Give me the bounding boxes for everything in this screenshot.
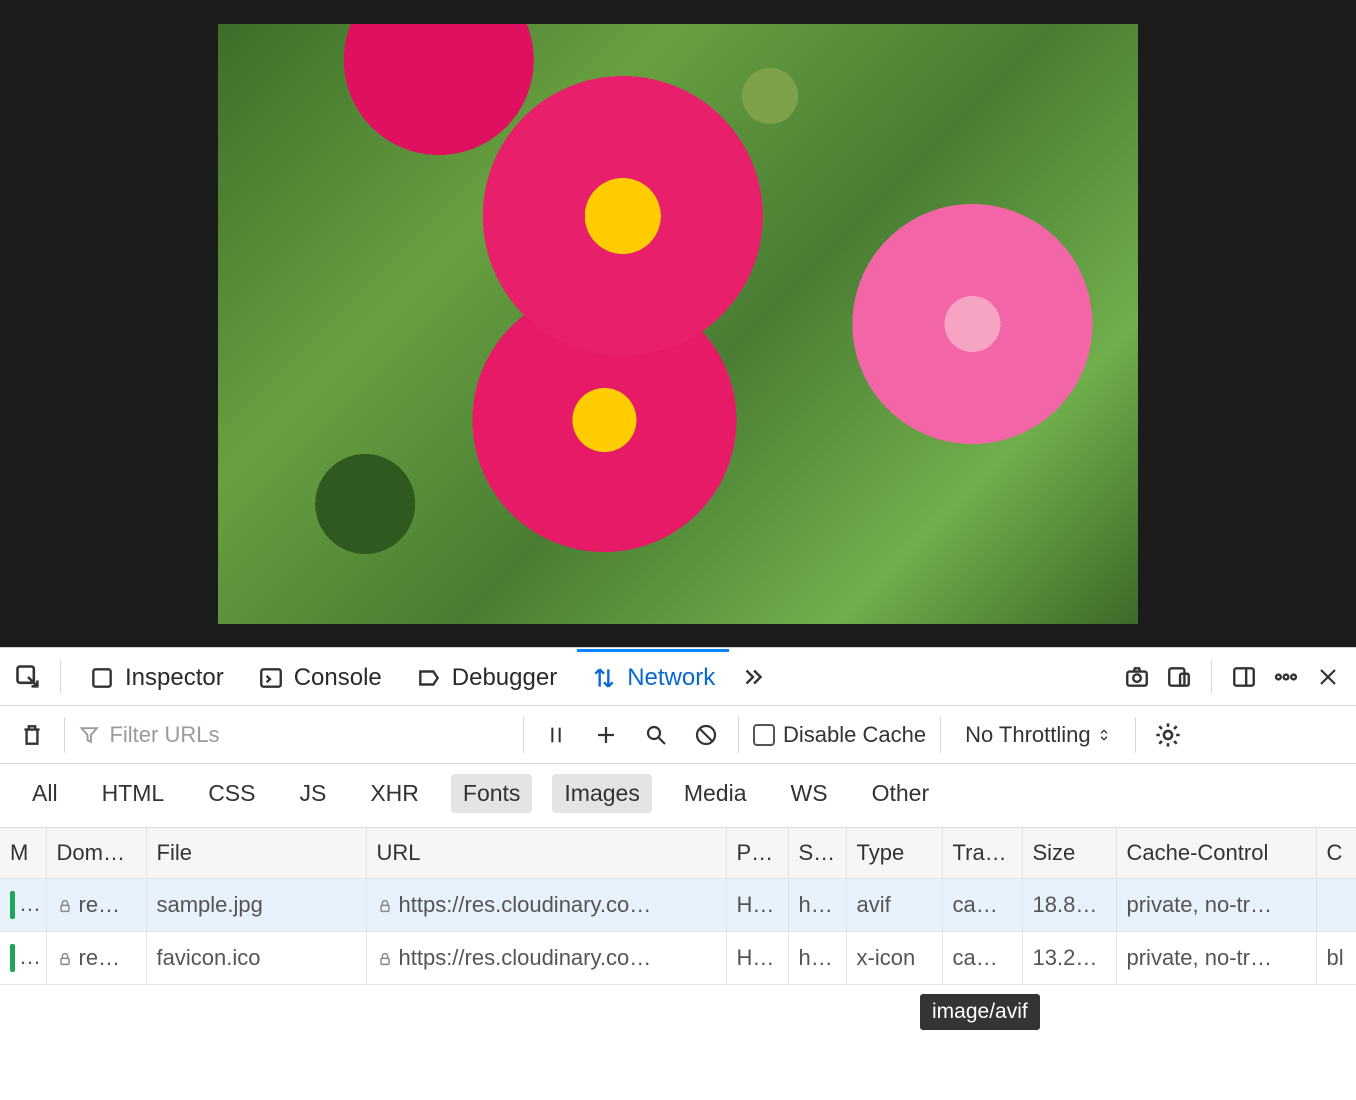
table-row[interactable]: G re… favicon.ico https://res.cloudinary… xyxy=(0,932,1356,985)
tab-debugger-label: Debugger xyxy=(452,664,557,692)
cell-transferred: ca… xyxy=(942,932,1022,985)
tab-console-label: Console xyxy=(294,664,382,692)
request-type-filters: All HTML CSS JS XHR Fonts Images Media W… xyxy=(0,764,1356,827)
dock-side-icon[interactable] xyxy=(1226,659,1262,695)
search-icon[interactable] xyxy=(638,717,674,753)
filter-urls-input[interactable] xyxy=(109,722,509,748)
cell-transferred: ca… xyxy=(942,879,1022,932)
block-icon[interactable] xyxy=(688,717,724,753)
responsive-design-icon[interactable] xyxy=(1161,659,1197,695)
tab-network[interactable]: Network xyxy=(577,649,729,704)
type-tooltip: image/avif xyxy=(920,994,1040,1030)
disable-cache-checkbox[interactable] xyxy=(753,724,775,746)
col-scheme[interactable]: S… xyxy=(788,828,846,879)
col-type[interactable]: Type xyxy=(846,828,942,879)
content-image xyxy=(218,24,1138,624)
col-transferred[interactable]: Tra… xyxy=(942,828,1022,879)
col-url[interactable]: URL xyxy=(366,828,726,879)
cell-scheme: h… xyxy=(788,932,846,985)
throttling-select[interactable]: No Throttling xyxy=(955,722,1121,748)
throttling-label: No Throttling xyxy=(965,722,1091,748)
clear-icon[interactable] xyxy=(14,717,50,753)
lock-icon xyxy=(377,951,393,967)
col-protocol[interactable]: P… xyxy=(726,828,788,879)
filter-html[interactable]: HTML xyxy=(90,774,177,813)
cell-protocol: H… xyxy=(726,932,788,985)
more-tabs-icon[interactable] xyxy=(735,659,771,695)
table-header-row: M Dom… File URL P… S… Type Tra… Size Cac… xyxy=(0,828,1356,879)
lock-icon xyxy=(57,898,73,914)
cell-last: bl xyxy=(1316,932,1356,985)
screenshot-icon[interactable] xyxy=(1119,659,1155,695)
cell-type: x-icon xyxy=(846,932,942,985)
lock-icon xyxy=(377,898,393,914)
pick-element-icon[interactable] xyxy=(10,659,46,695)
close-devtools-icon[interactable] xyxy=(1310,659,1346,695)
cell-domain: re… xyxy=(79,892,121,917)
col-cache-control[interactable]: Cache-Control xyxy=(1116,828,1316,879)
disable-cache-label: Disable Cache xyxy=(783,722,926,748)
cell-size: 18.8… xyxy=(1022,879,1116,932)
status-indicator xyxy=(10,891,15,919)
col-domain[interactable]: Dom… xyxy=(46,828,146,879)
kebab-menu-icon[interactable] xyxy=(1268,659,1304,695)
filter-images[interactable]: Images xyxy=(552,774,651,813)
devtools-tabbar: Inspector Console Debugger Network xyxy=(0,648,1356,706)
cell-type: avif xyxy=(846,879,942,932)
network-table: M Dom… File URL P… S… Type Tra… Size Cac… xyxy=(0,827,1356,985)
col-last[interactable]: C xyxy=(1316,828,1356,879)
status-indicator xyxy=(10,944,15,972)
devtools-panel: Inspector Console Debugger Network xyxy=(0,647,1356,985)
tab-network-label: Network xyxy=(627,664,715,692)
pause-icon[interactable] xyxy=(538,717,574,753)
add-icon[interactable] xyxy=(588,717,624,753)
cell-scheme: h… xyxy=(788,879,846,932)
col-method[interactable]: M xyxy=(0,828,46,879)
filter-ws[interactable]: WS xyxy=(779,774,840,813)
filter-xhr[interactable]: XHR xyxy=(358,774,431,813)
disable-cache-toggle[interactable]: Disable Cache xyxy=(753,722,926,748)
filter-css[interactable]: CSS xyxy=(196,774,267,813)
cell-file: sample.jpg xyxy=(146,879,366,932)
tab-inspector-label: Inspector xyxy=(125,664,224,692)
col-file[interactable]: File xyxy=(146,828,366,879)
page-viewport xyxy=(0,0,1356,647)
col-size[interactable]: Size xyxy=(1022,828,1116,879)
filter-fonts[interactable]: Fonts xyxy=(451,774,533,813)
cell-url: https://res.cloudinary.co… xyxy=(399,945,652,970)
settings-gear-icon[interactable] xyxy=(1150,717,1186,753)
cell-last xyxy=(1316,879,1356,932)
network-toolbar: Disable Cache No Throttling xyxy=(0,706,1356,764)
filter-js[interactable]: JS xyxy=(287,774,338,813)
cell-protocol: H… xyxy=(726,879,788,932)
filter-all[interactable]: All xyxy=(20,774,70,813)
tab-debugger[interactable]: Debugger xyxy=(402,649,571,704)
cell-file: favicon.ico xyxy=(146,932,366,985)
filter-urls-field[interactable] xyxy=(79,722,509,748)
table-row[interactable]: G re… sample.jpg https://res.cloudinary.… xyxy=(0,879,1356,932)
tab-inspector[interactable]: Inspector xyxy=(75,649,238,704)
cell-size: 13.2… xyxy=(1022,932,1116,985)
cell-cache-control: private, no-tr… xyxy=(1116,932,1316,985)
filter-other[interactable]: Other xyxy=(860,774,942,813)
cell-url: https://res.cloudinary.co… xyxy=(399,892,652,917)
filter-media[interactable]: Media xyxy=(672,774,759,813)
lock-icon xyxy=(57,951,73,967)
cell-domain: re… xyxy=(79,945,121,970)
cell-cache-control: private, no-tr… xyxy=(1116,879,1316,932)
tab-console[interactable]: Console xyxy=(244,649,396,704)
